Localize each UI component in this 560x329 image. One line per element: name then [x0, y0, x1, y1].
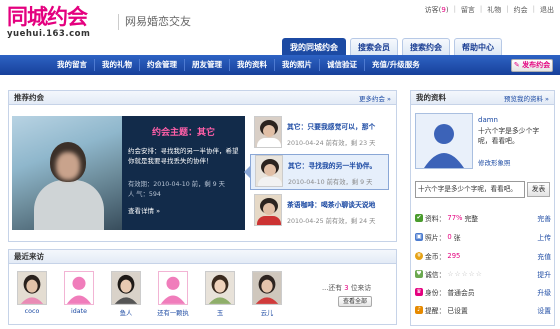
featured-more-link[interactable]: 查看详情 »: [128, 205, 239, 215]
subnav-messages[interactable]: 我的留言: [50, 59, 95, 71]
profile-username[interactable]: damn: [478, 116, 498, 124]
date-item-date: 2010-04-25 前有效，剩 24 天: [287, 218, 376, 225]
reminder-settings-link[interactable]: 设置: [537, 305, 551, 315]
coin-icon: ¥: [415, 252, 423, 260]
credit-icon: ♥: [415, 270, 423, 278]
bell-icon: ♪: [415, 306, 423, 314]
subnav-friends[interactable]: 朋友管理: [185, 59, 230, 71]
subnav-photos[interactable]: 我的照片: [275, 59, 320, 71]
subnav-profile[interactable]: 我的资料: [230, 59, 275, 71]
subnav-date-manage[interactable]: 约会管理: [140, 59, 185, 71]
recommend-title: 推荐约会: [14, 93, 44, 102]
visitors-title: 最近来访: [14, 252, 44, 261]
site-logo[interactable]: 同城约会 yuehui.163.com: [7, 5, 107, 43]
sub-nav: 我的留言 我的礼物 约会管理 朋友管理 我的资料 我的照片 诚信验证 充值/升级…: [50, 55, 427, 75]
featured-photo: [12, 116, 122, 230]
profile-row-credit: ♥ 诚信： ☆☆☆☆☆ 提升: [415, 269, 551, 279]
visitor-avatar: [252, 271, 282, 305]
upload-photo-link[interactable]: 上传: [537, 232, 551, 242]
visitor-item[interactable]: 鱼人: [106, 271, 146, 317]
visitor-item[interactable]: 云儿: [247, 271, 287, 317]
member-icon: ♛: [415, 288, 423, 296]
recharge-link[interactable]: 充值: [537, 251, 551, 261]
date-link[interactable]: 约会: [514, 5, 528, 15]
date-thumb: [254, 194, 282, 226]
site-slogan: 网易婚恋交友: [118, 14, 191, 30]
visitor-avatar: [17, 271, 47, 305]
improve-credit-link[interactable]: 提升: [537, 269, 551, 279]
main-tabs: 我的同城约会 搜索会员 搜索约会 帮助中心: [282, 38, 502, 55]
edit-avatar-link[interactable]: 修改形象照: [478, 157, 511, 167]
profile-bio: 十六个字是多少个字呢，看看吧。: [478, 127, 540, 145]
tab-search-dates[interactable]: 搜索约会: [402, 38, 450, 55]
logout-link[interactable]: 退出: [540, 5, 554, 15]
visitor-item[interactable]: coco: [12, 271, 52, 317]
date-item[interactable]: 茶语咖啡：喝茶小聊谈天说地 2010-04-25 前有效，剩 24 天: [254, 194, 389, 230]
profile-row-info: ✔ 资料： 77% 完整 完善: [415, 213, 551, 223]
subnav-verify[interactable]: 诚信验证: [320, 59, 365, 71]
visitor-list: coco idate 鱼人 还有一颗执 玉 云儿: [12, 271, 287, 317]
visitor-item[interactable]: 还有一颗执: [153, 271, 193, 317]
visitor-avatar-default: [64, 271, 94, 305]
publish-date-button[interactable]: ✎ 发布约会: [511, 59, 553, 72]
featured-validity: 有效期：2010-04-10 前，剩 9 天: [128, 181, 225, 188]
tab-my-dates[interactable]: 我的同城约会: [282, 38, 346, 55]
visitor-avatar-default: [158, 271, 188, 305]
see-all-visitors-button[interactable]: 查看全部: [338, 296, 372, 307]
tab-help[interactable]: 帮助中心: [454, 38, 502, 55]
date-item-date: 2010-04-24 前有效，剩 23 天: [287, 140, 376, 147]
visitor-item[interactable]: idate: [59, 271, 99, 317]
profile-icon: ✔: [415, 214, 423, 222]
profile-row-reminder: ♪ 提醒： 已设置 设置: [415, 305, 551, 315]
complete-profile-link[interactable]: 完善: [537, 213, 551, 223]
visitor-link[interactable]: 访客(9): [425, 5, 449, 15]
profile-title: 我的资料: [416, 93, 446, 102]
top-links: 访客(9) | 留言 | 礼物 | 约会 | 退出: [424, 5, 554, 15]
upgrade-link[interactable]: 升级: [537, 287, 551, 297]
subnav-gifts[interactable]: 我的礼物: [95, 59, 140, 71]
date-item-title[interactable]: 茶语咖啡：喝茶小聊谈天说地: [287, 199, 375, 209]
preview-profile-link[interactable]: 预览我的资料 »: [504, 93, 549, 103]
date-thumb: [255, 155, 283, 187]
message-link[interactable]: 留言: [461, 5, 475, 15]
date-item[interactable]: 其它：只要我感觉可以，那个 2010-04-24 前有效，剩 23 天: [254, 116, 389, 152]
featured-title: 约会主题：其它: [151, 128, 215, 138]
subnav-recharge[interactable]: 充值/升级服务: [365, 59, 427, 71]
date-item-date: 2010-04-10 前有效，剩 9 天: [288, 179, 373, 186]
publish-icon: ✎: [513, 61, 520, 69]
visitor-avatar: [111, 271, 141, 305]
profile-row-member: ♛ 身份： 普通会员 升级: [415, 287, 551, 297]
post-status-button[interactable]: 发表: [527, 182, 550, 197]
date-item-selected[interactable]: 其它：寻找我的另一半协伴。 2010-04-10 前有效，剩 9 天: [244, 154, 389, 190]
profile-row-coins: ¥ 金币： 295 充值: [415, 251, 551, 261]
gift-link[interactable]: 礼物: [487, 5, 501, 15]
date-thumb: [254, 116, 282, 148]
status-input[interactable]: 十六个字是多少个字呢，看看吧。: [415, 181, 525, 198]
recommend-more-link[interactable]: 更多约会 »: [359, 93, 391, 103]
tab-search-members[interactable]: 搜索会员: [350, 38, 398, 55]
featured-popularity: 人 气：594: [128, 190, 161, 198]
featured-desc: 约会安排：寻找我的另一半协伴，希望你就是我要寻找丢失的协伴！: [128, 147, 239, 165]
profile-avatar[interactable]: [415, 113, 473, 169]
featured-date[interactable]: 约会主题：其它 约会安排：寻找我的另一半协伴，希望你就是我要寻找丢失的协伴！ 有…: [12, 116, 245, 230]
visitor-avatar: [205, 271, 235, 305]
date-item-title[interactable]: 其它：只要我感觉可以，那个: [287, 121, 375, 131]
logo-text: 同城约会: [7, 4, 88, 29]
date-item-title[interactable]: 其它：寻找我的另一半协伴。: [288, 160, 376, 170]
credit-stars: ☆☆☆☆☆: [447, 270, 483, 278]
photo-icon: ▣: [415, 233, 423, 241]
logo-domain: yuehui.163.com: [7, 29, 91, 39]
visitor-item[interactable]: 玉: [200, 271, 240, 317]
profile-row-photos: ▣ 照片： 0 张上传: [415, 232, 551, 242]
visitors-more-text: ...还有 3 位来访: [322, 284, 372, 292]
